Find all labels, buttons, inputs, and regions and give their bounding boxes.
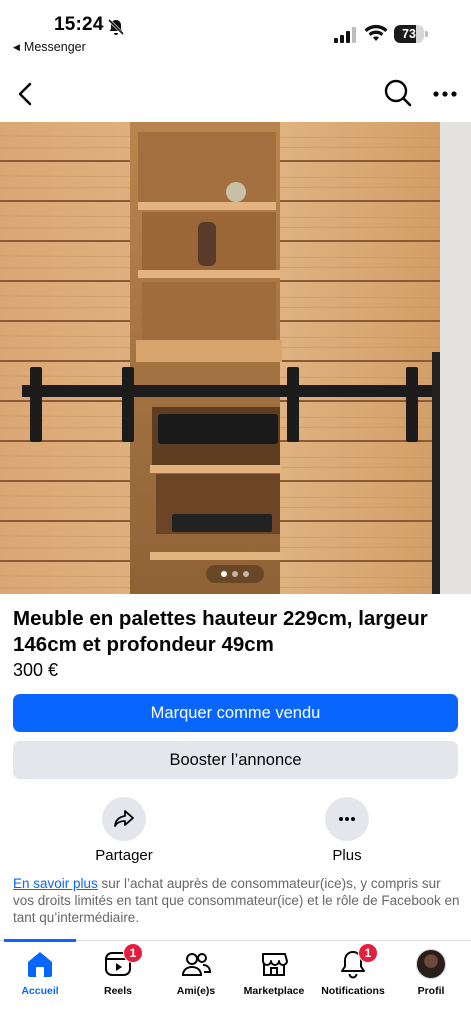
more-label: Plus — [332, 847, 362, 864]
mark-as-sold-button[interactable]: Marquer comme vendu — [13, 694, 458, 732]
back-triangle-icon: ◀ — [13, 41, 20, 52]
back-to-app-link[interactable]: ◀ Messenger — [13, 40, 86, 54]
notifications-badge: 1 — [358, 943, 378, 963]
reels-badge: 1 — [123, 943, 143, 963]
chevron-left-icon[interactable] — [12, 80, 40, 108]
share-icon — [114, 810, 134, 827]
tab-reels-label: Reels — [103, 985, 133, 997]
carousel-dot — [243, 571, 249, 577]
back-app-label: Messenger — [23, 40, 86, 54]
cellular-signal-icon — [334, 27, 356, 43]
share-label: Partager — [95, 847, 153, 864]
carousel-dot — [221, 571, 227, 577]
tab-marketplace[interactable]: Marketplace — [234, 949, 314, 997]
carousel-dot — [232, 571, 238, 577]
status-time: 15:24 — [54, 14, 104, 35]
more-action[interactable]: Plus — [287, 797, 407, 864]
tab-marketplace-label: Marketplace — [243, 985, 305, 997]
consumer-rights-disclaimer: En savoir plus sur l’achat auprès de con… — [13, 875, 461, 926]
tab-notifications[interactable]: 1 Notifications — [313, 943, 393, 997]
tab-friends[interactable]: Ami(e)s — [156, 949, 236, 997]
bell-off-icon — [107, 18, 125, 36]
battery-level: 73 — [402, 27, 416, 41]
more-icon-circle[interactable] — [325, 797, 369, 841]
more-horizontal-icon — [339, 817, 355, 821]
share-icon-circle[interactable] — [102, 797, 146, 841]
listing-price: 300 € — [13, 660, 59, 680]
tab-profile[interactable]: Profil — [391, 949, 471, 997]
tab-notifications-label: Notifications — [321, 985, 385, 997]
tab-friends-label: Ami(e)s — [176, 985, 216, 997]
share-action[interactable]: Partager — [64, 797, 184, 864]
boost-listing-button[interactable]: Booster l’annonce — [13, 741, 458, 779]
navigation-bar — [0, 70, 471, 120]
tab-home-label: Accueil — [21, 985, 59, 997]
active-tab-indicator — [4, 939, 76, 942]
more-horizontal-icon[interactable] — [431, 82, 459, 106]
tab-profile-label: Profil — [417, 985, 445, 997]
wifi-icon — [364, 24, 388, 41]
listing-photo[interactable] — [0, 122, 471, 594]
search-icon[interactable] — [383, 78, 413, 108]
friends-icon — [181, 953, 211, 976]
bottom-tab-bar: Accueil 1 Reels Ami(e)s Marketplace 1 No… — [0, 939, 471, 1024]
home-icon — [28, 952, 52, 977]
avatar — [416, 949, 446, 979]
marketplace-icon — [262, 953, 288, 976]
tab-reels[interactable]: 1 Reels — [78, 943, 158, 997]
status-bar: 15:24 ◀ Messenger 73 — [0, 0, 471, 60]
learn-more-link[interactable]: En savoir plus — [13, 876, 98, 891]
battery-indicator: 73 — [394, 25, 428, 43]
carousel-indicator — [206, 565, 264, 583]
tab-home[interactable]: Accueil — [0, 949, 80, 997]
listing-title: Meuble en palettes hauteur 229cm, largeu… — [13, 607, 428, 656]
